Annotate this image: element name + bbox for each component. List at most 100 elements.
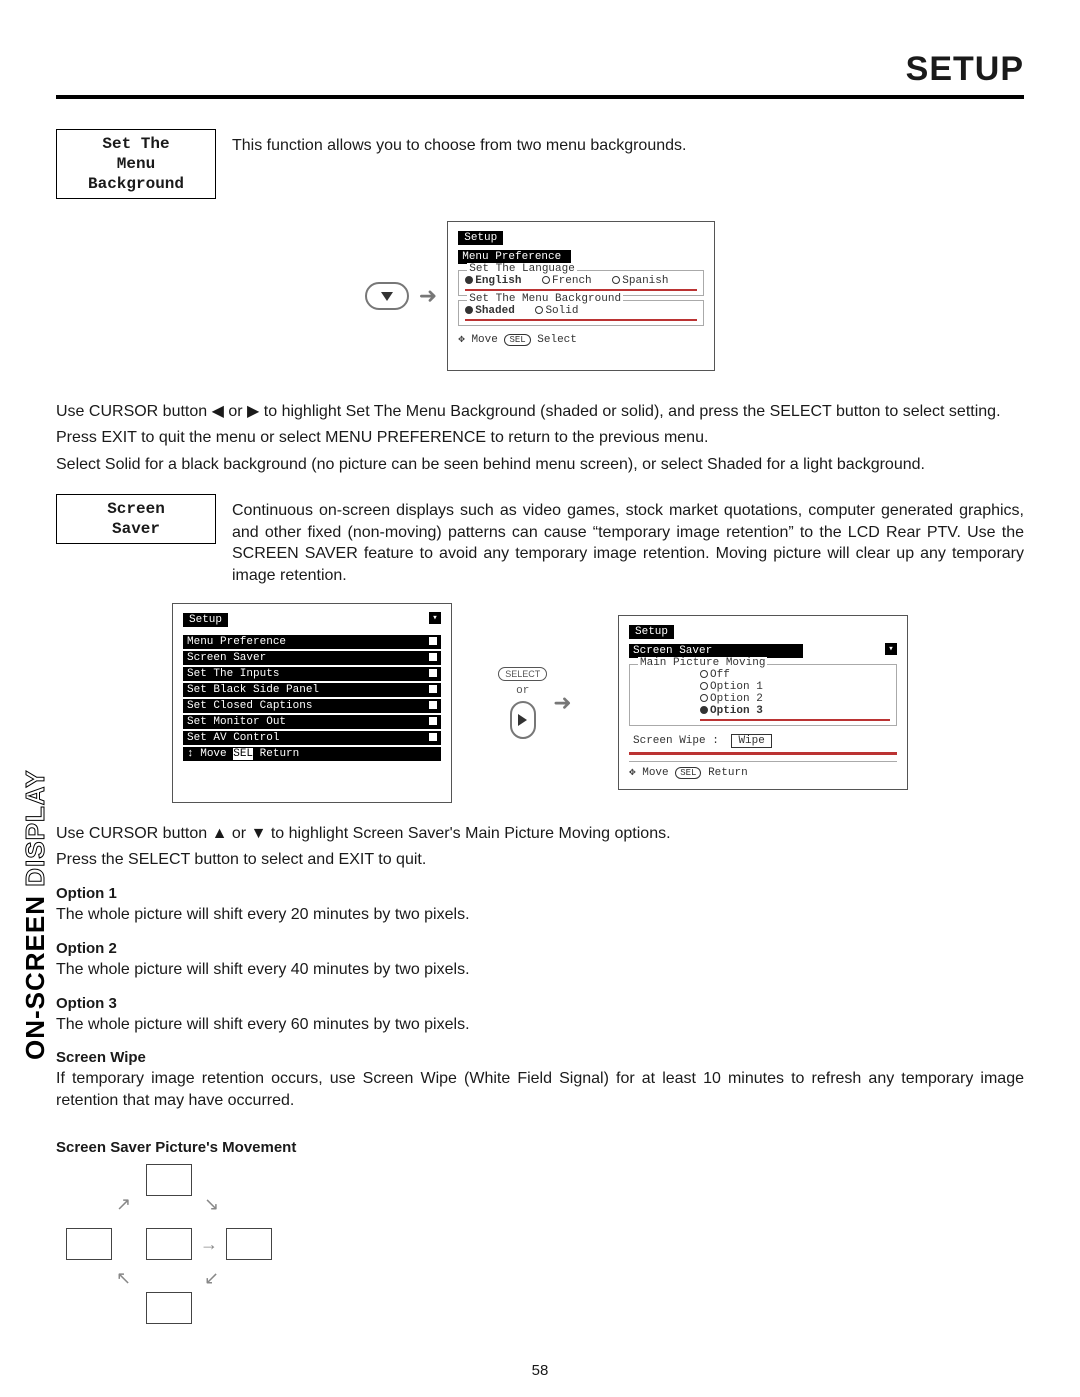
- header-rule: [56, 95, 1024, 99]
- movement-box: [146, 1292, 192, 1324]
- radio-shaded[interactable]: Shaded: [465, 305, 515, 317]
- list-item[interactable]: Set Closed Captions: [183, 699, 441, 713]
- wipe-button[interactable]: Wipe: [731, 734, 771, 748]
- osd-panel-setup-list: Setup ▾ Menu Preference Screen Saver Set …: [172, 603, 452, 803]
- dropdown-icon: ▾: [885, 643, 897, 655]
- radio-label: Option 1: [710, 681, 763, 693]
- list-item[interactable]: Set AV Control: [183, 731, 441, 745]
- heading-box-screen-saver: Screen Saver: [56, 494, 216, 544]
- updown-icon: ↕: [187, 748, 194, 760]
- arrow-icon: ↘: [204, 1194, 219, 1215]
- arrow-icon: ↗: [116, 1194, 131, 1215]
- osd-group-legend: Set The Menu Background: [467, 293, 623, 305]
- option-title: Option 3: [56, 995, 1024, 1012]
- section-set-menu-background: Set The Menu Background This function al…: [56, 129, 1024, 199]
- select-pill: SELECT: [498, 667, 547, 681]
- radio-label: French: [552, 275, 592, 287]
- section1-desc: This function allows you to choose from …: [232, 129, 686, 157]
- osd-diagram-1: ➜ Setup Menu Preference Set The Language…: [56, 221, 1024, 371]
- osd-subtab: Screen Saver: [629, 644, 803, 658]
- option-desc: The whole picture will shift every 40 mi…: [56, 959, 1024, 981]
- wipe-label: Screen Wipe :: [633, 735, 719, 747]
- body-text: Press the SELECT button to select and EX…: [56, 849, 1024, 871]
- option-title: Screen Wipe: [56, 1049, 1024, 1066]
- movement-diagram: ↗ ↘ ↖ ↙ →: [56, 1164, 286, 1324]
- radio-solid[interactable]: Solid: [535, 305, 578, 317]
- movement-box: [146, 1164, 192, 1196]
- option-desc: The whole picture will shift every 20 mi…: [56, 904, 1024, 926]
- osd-panel-menu-pref: Setup Menu Preference Set The Language E…: [447, 221, 715, 371]
- list-item[interactable]: Set The Inputs: [183, 667, 441, 681]
- page-title: SETUP: [56, 50, 1024, 89]
- osd-tab: Setup: [629, 625, 674, 639]
- heading-line: Menu Background: [88, 155, 184, 193]
- osd-hint: ✥ Move SEL Return: [629, 761, 897, 779]
- osd-tab: Setup: [183, 613, 228, 627]
- radio-label: Off: [710, 669, 730, 681]
- arrow-right-icon: ➜: [553, 690, 571, 716]
- movement-box: [146, 1228, 192, 1260]
- radio-label: Solid: [545, 305, 578, 317]
- osd-group-legend: Main Picture Moving: [638, 657, 767, 669]
- side-label-part: ON-SCREEN: [20, 895, 50, 1060]
- radio-option3[interactable]: Option 3: [700, 705, 763, 717]
- movement-box: [226, 1228, 272, 1260]
- hint-select: Select: [537, 334, 577, 346]
- radio-label: English: [475, 275, 521, 287]
- page: SETUP Set The Menu Background This funct…: [0, 0, 1080, 1324]
- radio-label: Option 2: [710, 693, 763, 705]
- or-label: or: [516, 685, 529, 697]
- osd-group-menu-bg: Set The Menu Background Shaded Solid: [458, 300, 704, 326]
- body-text: Press EXIT to quit the menu or select ME…: [56, 427, 1024, 449]
- osd-subtab: Menu Preference: [458, 250, 571, 264]
- list-item[interactable]: Menu Preference: [183, 635, 441, 649]
- arrow-icon: ↙: [204, 1268, 219, 1289]
- remote-down-icon: [365, 282, 409, 310]
- side-label-part: DISPLAY: [20, 769, 50, 895]
- screen-wipe-row: Screen Wipe : Wipe: [633, 734, 897, 748]
- hint-move: Move: [471, 334, 497, 346]
- option-desc: If temporary image retention occurs, use…: [56, 1068, 1024, 1111]
- movement-title: Screen Saver Picture's Movement: [56, 1139, 1024, 1156]
- section-screen-saver: Screen Saver Continuous on-screen displa…: [56, 494, 1024, 586]
- side-tab-label: ON-SCREEN DISPLAY: [20, 769, 51, 1060]
- osd-hint: ✥ Move SEL Select: [458, 332, 704, 346]
- mid-selector: SELECT or ➜: [470, 667, 600, 739]
- radio-french[interactable]: French: [542, 275, 592, 287]
- heading-box-menu-background: Set The Menu Background: [56, 129, 216, 199]
- section2-desc: Continuous on-screen displays such as vi…: [232, 494, 1024, 586]
- osd-tab: Setup: [458, 231, 503, 245]
- arrow-icon: →: [200, 1234, 218, 1255]
- list-item[interactable]: Set Black Side Panel: [183, 683, 441, 697]
- body-text: Select Solid for a black background (no …: [56, 454, 1024, 476]
- remote-right-icon: [510, 701, 536, 739]
- radio-english[interactable]: English: [465, 275, 521, 287]
- heading-line: Set The: [102, 135, 169, 153]
- page-number: 58: [0, 1362, 1080, 1379]
- arrow-icon: ↖: [116, 1268, 131, 1289]
- osd-diagram-2: Setup ▾ Menu Preference Screen Saver Set …: [56, 603, 1024, 803]
- osd-group-main-picture-moving: Main Picture Moving Off Option 1 Option …: [629, 664, 897, 726]
- radio-label: Shaded: [475, 305, 515, 317]
- radio-option1[interactable]: Option 1: [700, 681, 763, 693]
- red-divider: [629, 752, 897, 755]
- radio-spanish[interactable]: Spanish: [612, 275, 668, 287]
- radio-option2[interactable]: Option 2: [700, 693, 763, 705]
- radio-label: Spanish: [622, 275, 668, 287]
- radio-off[interactable]: Off: [700, 669, 730, 681]
- list-item[interactable]: Screen Saver: [183, 651, 441, 665]
- option-title: Option 2: [56, 940, 1024, 957]
- body-text: Use CURSOR button ▲ or ▼ to highlight Sc…: [56, 823, 1024, 845]
- heading-line: Screen: [107, 500, 165, 518]
- move-icon: ✥: [629, 767, 636, 779]
- arrow-right-icon: ➜: [419, 283, 437, 309]
- osd-group-legend: Set The Language: [467, 263, 577, 275]
- list-item[interactable]: Set Monitor Out: [183, 715, 441, 729]
- option-desc: The whole picture will shift every 60 mi…: [56, 1014, 1024, 1036]
- option-title: Option 1: [56, 885, 1024, 902]
- radio-label: Option 3: [710, 705, 763, 717]
- movement-box: [66, 1228, 112, 1260]
- osd-hint: ↕ Move SEL Return: [183, 747, 441, 761]
- dropdown-icon: ▾: [429, 612, 441, 624]
- move-icon: ✥: [458, 334, 465, 346]
